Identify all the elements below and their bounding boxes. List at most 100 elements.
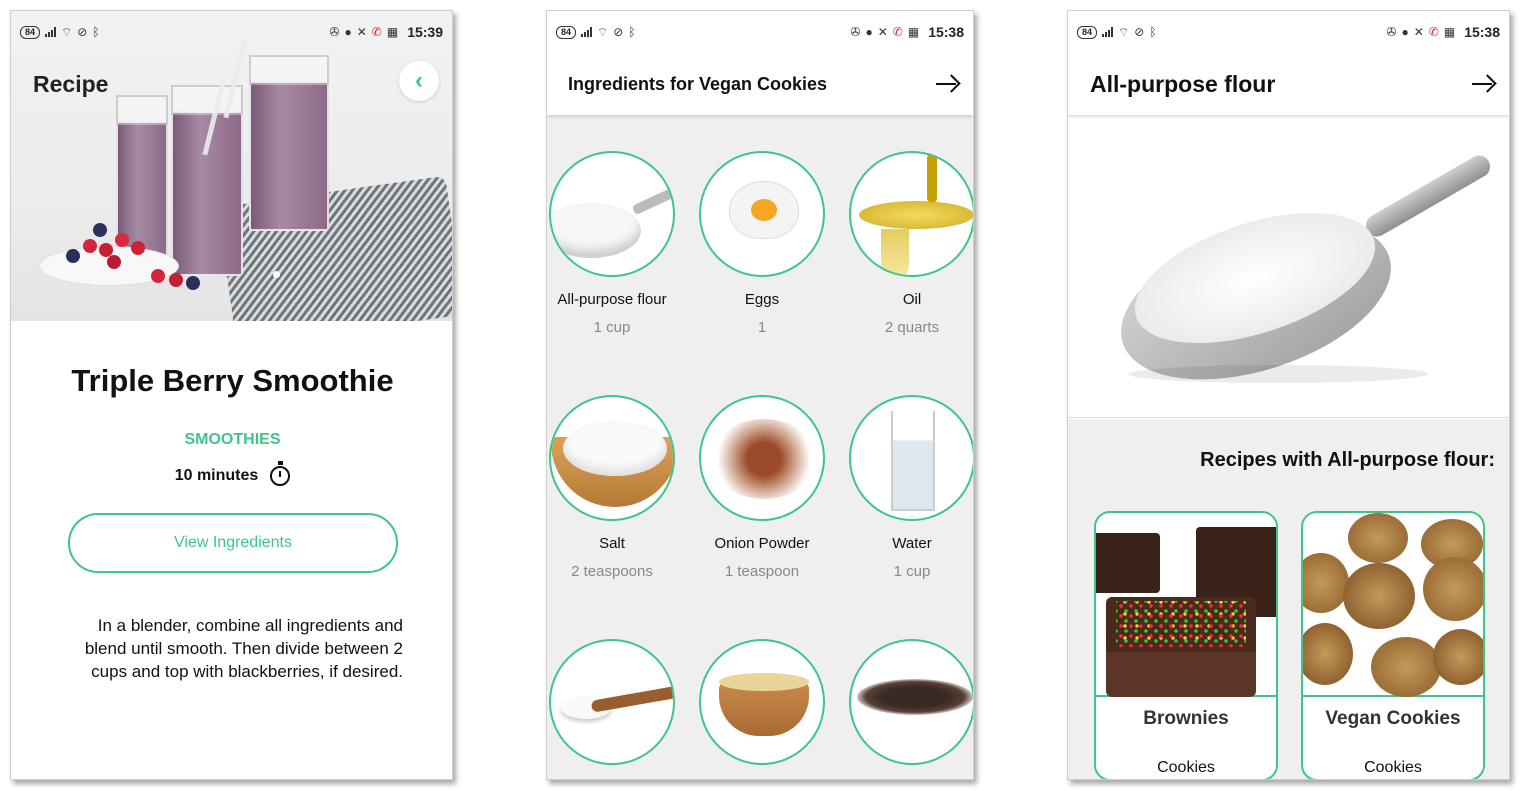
battery-badge: 84 (1077, 25, 1098, 39)
app-icon: ● (865, 25, 873, 39)
ingredient-card-water[interactable]: Water 1 cup (837, 395, 973, 580)
close-icon: ✕ (877, 25, 888, 39)
ingredient-name: Water (892, 535, 932, 552)
blueberry-graphic (93, 223, 107, 237)
view-ingredients-button[interactable]: View Ingredients (68, 513, 398, 573)
recipe-card-vegan-cookies[interactable]: Vegan Cookies Cookies (1301, 511, 1485, 779)
close-icon: ✕ (1413, 25, 1424, 39)
battery-badge: 84 (556, 25, 577, 39)
arrow-right-icon[interactable] (933, 70, 961, 98)
ingredient-name: All-purpose flour (557, 291, 667, 308)
missed-call-icon: ✆ (1428, 25, 1439, 39)
blueberry-graphic (186, 276, 200, 290)
ingredient-name: Oil (902, 291, 922, 308)
missed-call-icon: ✆ (892, 25, 903, 39)
screen-title: Recipe (33, 71, 109, 97)
close-icon: ✕ (356, 25, 367, 39)
grid-icon: ▦ (386, 25, 399, 39)
signal-icon (1102, 27, 1114, 37)
recipe-screen: 84 ⌔ ⊘ ᛒ ✇ ● ✕ ✆ ▦ 15:39 Recipe ‹ Triple… (10, 10, 453, 780)
recipe-card-title: Brownies (1143, 708, 1229, 729)
app-icon: ● (344, 25, 352, 39)
egg-image (699, 151, 825, 277)
raspberry-graphic (115, 233, 129, 247)
ingredient-card-eggs[interactable]: Eggs 1 (687, 151, 837, 336)
status-bar: 84 ⌔ ⊘ ᛒ ✇ ● ✕ ✆ ▦ 15:39 (11, 11, 452, 53)
recipe-card-brownies[interactable]: Brownies Cookies (1094, 511, 1278, 779)
onion-powder-image (699, 395, 825, 521)
shadow-graphic (1128, 365, 1428, 383)
app-bar: Ingredients for Vegan Cookies (547, 53, 973, 115)
carousel-dot[interactable] (273, 271, 280, 278)
ingredients-screen: 84 ⌔ ⊘ ᛒ ✇ ● ✕ ✆ ▦ 15:38 Ingredients for… (546, 10, 974, 780)
grid-icon: ▦ (1443, 25, 1456, 39)
bluetooth-icon: ᛒ (92, 25, 100, 39)
recipe-time: 10 minutes (11, 461, 452, 486)
wifi-icon: ⌔ (1118, 25, 1130, 39)
stopwatch-icon (270, 461, 291, 486)
recipe-title: Triple Berry Smoothie (71, 363, 394, 398)
status-bar: 84 ⌔ ⊘ ᛒ ✇ ● ✕ ✆ ▦ 15:38 (1068, 11, 1509, 53)
recipe-hero-image (11, 11, 452, 321)
recipe-category[interactable]: SMOOTHIES (11, 431, 452, 449)
battery-badge: 84 (20, 25, 41, 39)
signal-icon (581, 27, 593, 37)
clock: 15:38 (1464, 24, 1500, 40)
ingredient-card[interactable] (547, 639, 687, 765)
ingredient-qty: 2 teaspoons (571, 563, 653, 580)
mute-icon: ⊘ (1134, 25, 1145, 39)
oil-image (849, 151, 973, 277)
app-icon: ● (1401, 25, 1409, 39)
ingredient-qty: 1 (757, 319, 767, 336)
mute-icon: ⊘ (77, 25, 88, 39)
ingredient-card-oil[interactable]: Oil 2 quarts (837, 151, 973, 336)
vegan-cookies-image (1303, 513, 1483, 697)
ingredient-card-onion-powder[interactable]: Onion Powder 1 teaspoon (687, 395, 837, 580)
grain-bowl-image (699, 639, 825, 765)
sugar-image (549, 639, 675, 765)
recipe-time-label: 10 minutes (174, 467, 259, 484)
flour-hero-image (1068, 115, 1509, 418)
flour-image (549, 151, 675, 277)
status-bar: 84 ⌔ ⊘ ᛒ ✇ ● ✕ ✆ ▦ 15:38 (547, 11, 973, 53)
ingredient-name: Eggs (744, 291, 780, 308)
bluetooth-icon: ᛒ (628, 25, 636, 39)
ingredient-detail-screen: 84 ⌔ ⊘ ᛒ ✇ ● ✕ ✆ ▦ 15:38 All-purpose flo… (1067, 10, 1510, 780)
water-image (849, 395, 973, 521)
fan-icon: ✇ (329, 25, 340, 39)
raspberry-graphic (131, 241, 145, 255)
fan-icon: ✇ (850, 25, 861, 39)
raspberry-graphic (83, 239, 97, 253)
signal-icon (45, 27, 57, 37)
chevron-left-icon: ‹ (415, 67, 423, 94)
brownies-image (1096, 513, 1276, 697)
page-title: Ingredients for Vegan Cookies (568, 73, 828, 94)
recipe-description: In a blender, combine all ingredients an… (84, 616, 403, 681)
ingredient-qty: 1 cup (893, 563, 931, 580)
fan-icon: ✇ (1386, 25, 1397, 39)
ingredient-card-salt[interactable]: Salt 2 teaspoons (547, 395, 687, 580)
recipe-card-category: Cookies (1364, 759, 1422, 776)
ingredient-card[interactable] (687, 639, 837, 765)
back-button[interactable]: ‹ (399, 61, 439, 101)
recipe-card-title: Vegan Cookies (1325, 708, 1461, 729)
clock: 15:39 (407, 24, 443, 40)
blueberry-graphic (66, 249, 80, 263)
wifi-icon: ⌔ (61, 25, 73, 39)
recipes-heading: Recipes with All-purpose flour: (1200, 449, 1495, 471)
ingredient-card[interactable] (837, 639, 973, 765)
recipe-card-category: Cookies (1157, 759, 1215, 776)
raspberry-graphic (151, 269, 165, 283)
ingredients-grid: All-purpose flour 1 cup Eggs 1 Oil 2 qua… (547, 115, 973, 779)
arrow-right-icon[interactable] (1469, 70, 1497, 98)
page-title: All-purpose flour (1090, 70, 1276, 97)
wifi-icon: ⌔ (597, 25, 609, 39)
ingredient-name: Onion Powder (714, 535, 810, 552)
raspberry-graphic (169, 273, 183, 287)
grid-icon: ▦ (907, 25, 920, 39)
pepper-image (849, 639, 973, 765)
ingredient-qty: 1 teaspoon (724, 563, 800, 580)
clock: 15:38 (928, 24, 964, 40)
ingredient-card-flour[interactable]: All-purpose flour 1 cup (547, 151, 687, 336)
scoop-handle-graphic (1361, 151, 1495, 241)
